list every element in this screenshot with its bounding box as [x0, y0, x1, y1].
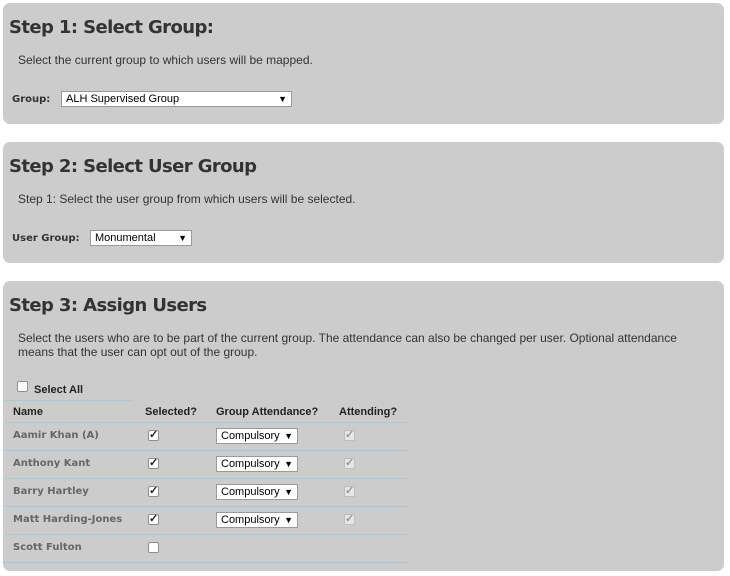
selected-checkbox[interactable]: ✓ — [148, 514, 159, 525]
user-name: Matt Harding-Jones — [13, 514, 123, 525]
select-all-checkbox[interactable] — [17, 381, 28, 392]
row-divider — [3, 534, 408, 535]
step2-panel: Step 2: Select User Group Step 1: Select… — [3, 142, 724, 263]
selected-checkbox[interactable]: ✓ — [148, 430, 159, 441]
user-group-select[interactable]: Monumental ▼ — [90, 230, 192, 246]
checkmark-icon: ✓ — [149, 485, 159, 497]
row-divider — [3, 450, 408, 451]
table-divider — [3, 422, 408, 423]
group-select[interactable]: ALH Supervised Group ▼ — [61, 91, 292, 107]
select-all-label: Select All — [34, 384, 84, 396]
chevron-down-icon: ▼ — [284, 487, 293, 497]
header-divider — [3, 400, 133, 401]
attendance-select[interactable]: Compulsory ▼ — [216, 456, 298, 472]
step3-description-line2: means that the user can opt out of the g… — [18, 345, 258, 359]
attending-checkbox: ✓ — [344, 458, 355, 469]
step1-title: Step 1: Select Group: — [9, 17, 214, 38]
checkmark-icon: ✓ — [345, 429, 355, 441]
row-divider — [3, 506, 408, 507]
step2-description: Step 1: Select the user group from which… — [18, 192, 356, 206]
user-group-select-value: Monumental — [95, 232, 156, 244]
attendance-value: Compulsory — [221, 458, 280, 470]
group-select-value: ALH Supervised Group — [66, 93, 180, 105]
attending-checkbox: ✓ — [344, 430, 355, 441]
column-header-attending: Attending? — [339, 406, 398, 418]
chevron-down-icon: ▼ — [284, 431, 293, 441]
attendance-select[interactable]: Compulsory ▼ — [216, 484, 298, 500]
checkmark-icon: ✓ — [345, 457, 355, 469]
chevron-down-icon: ▼ — [278, 94, 287, 104]
step1-description: Select the current group to which users … — [18, 53, 313, 67]
step2-title: Step 2: Select User Group — [9, 156, 257, 177]
column-header-name: Name — [13, 406, 43, 418]
checkmark-icon: ✓ — [345, 513, 355, 525]
group-label: Group: — [12, 94, 51, 105]
checkmark-icon: ✓ — [149, 513, 159, 525]
step3-panel: Step 3: Assign Users Select the users wh… — [3, 281, 724, 571]
row-divider — [3, 478, 408, 479]
chevron-down-icon: ▼ — [178, 233, 187, 243]
checkmark-icon: ✓ — [149, 457, 159, 469]
attendance-value: Compulsory — [221, 514, 280, 526]
user-name: Aamir Khan (A) — [13, 430, 99, 441]
chevron-down-icon: ▼ — [284, 515, 293, 525]
checkmark-icon: ✓ — [149, 429, 159, 441]
column-header-selected: Selected? — [145, 406, 197, 418]
selected-checkbox[interactable]: ✓ — [148, 486, 159, 497]
attendance-value: Compulsory — [221, 486, 280, 498]
attending-checkbox: ✓ — [344, 486, 355, 497]
user-name: Anthony Kant — [13, 458, 91, 469]
step3-title: Step 3: Assign Users — [9, 295, 207, 316]
step3-description-line1: Select the users who are to be part of t… — [18, 331, 677, 345]
attending-checkbox: ✓ — [344, 514, 355, 525]
user-group-label: User Group: — [12, 233, 80, 244]
user-name: Scott Fulton — [13, 542, 82, 553]
row-divider — [3, 562, 408, 563]
attendance-value: Compulsory — [221, 430, 280, 442]
column-header-group-attendance: Group Attendance? — [216, 406, 319, 418]
checkmark-icon: ✓ — [345, 485, 355, 497]
chevron-down-icon: ▼ — [284, 459, 293, 469]
attendance-select[interactable]: Compulsory ▼ — [216, 428, 298, 444]
selected-checkbox[interactable]: ✓ — [148, 458, 159, 469]
user-name: Barry Hartley — [13, 486, 89, 497]
selected-checkbox[interactable] — [148, 542, 159, 553]
attendance-select[interactable]: Compulsory ▼ — [216, 512, 298, 528]
step1-panel: Step 1: Select Group: Select the current… — [3, 3, 724, 124]
